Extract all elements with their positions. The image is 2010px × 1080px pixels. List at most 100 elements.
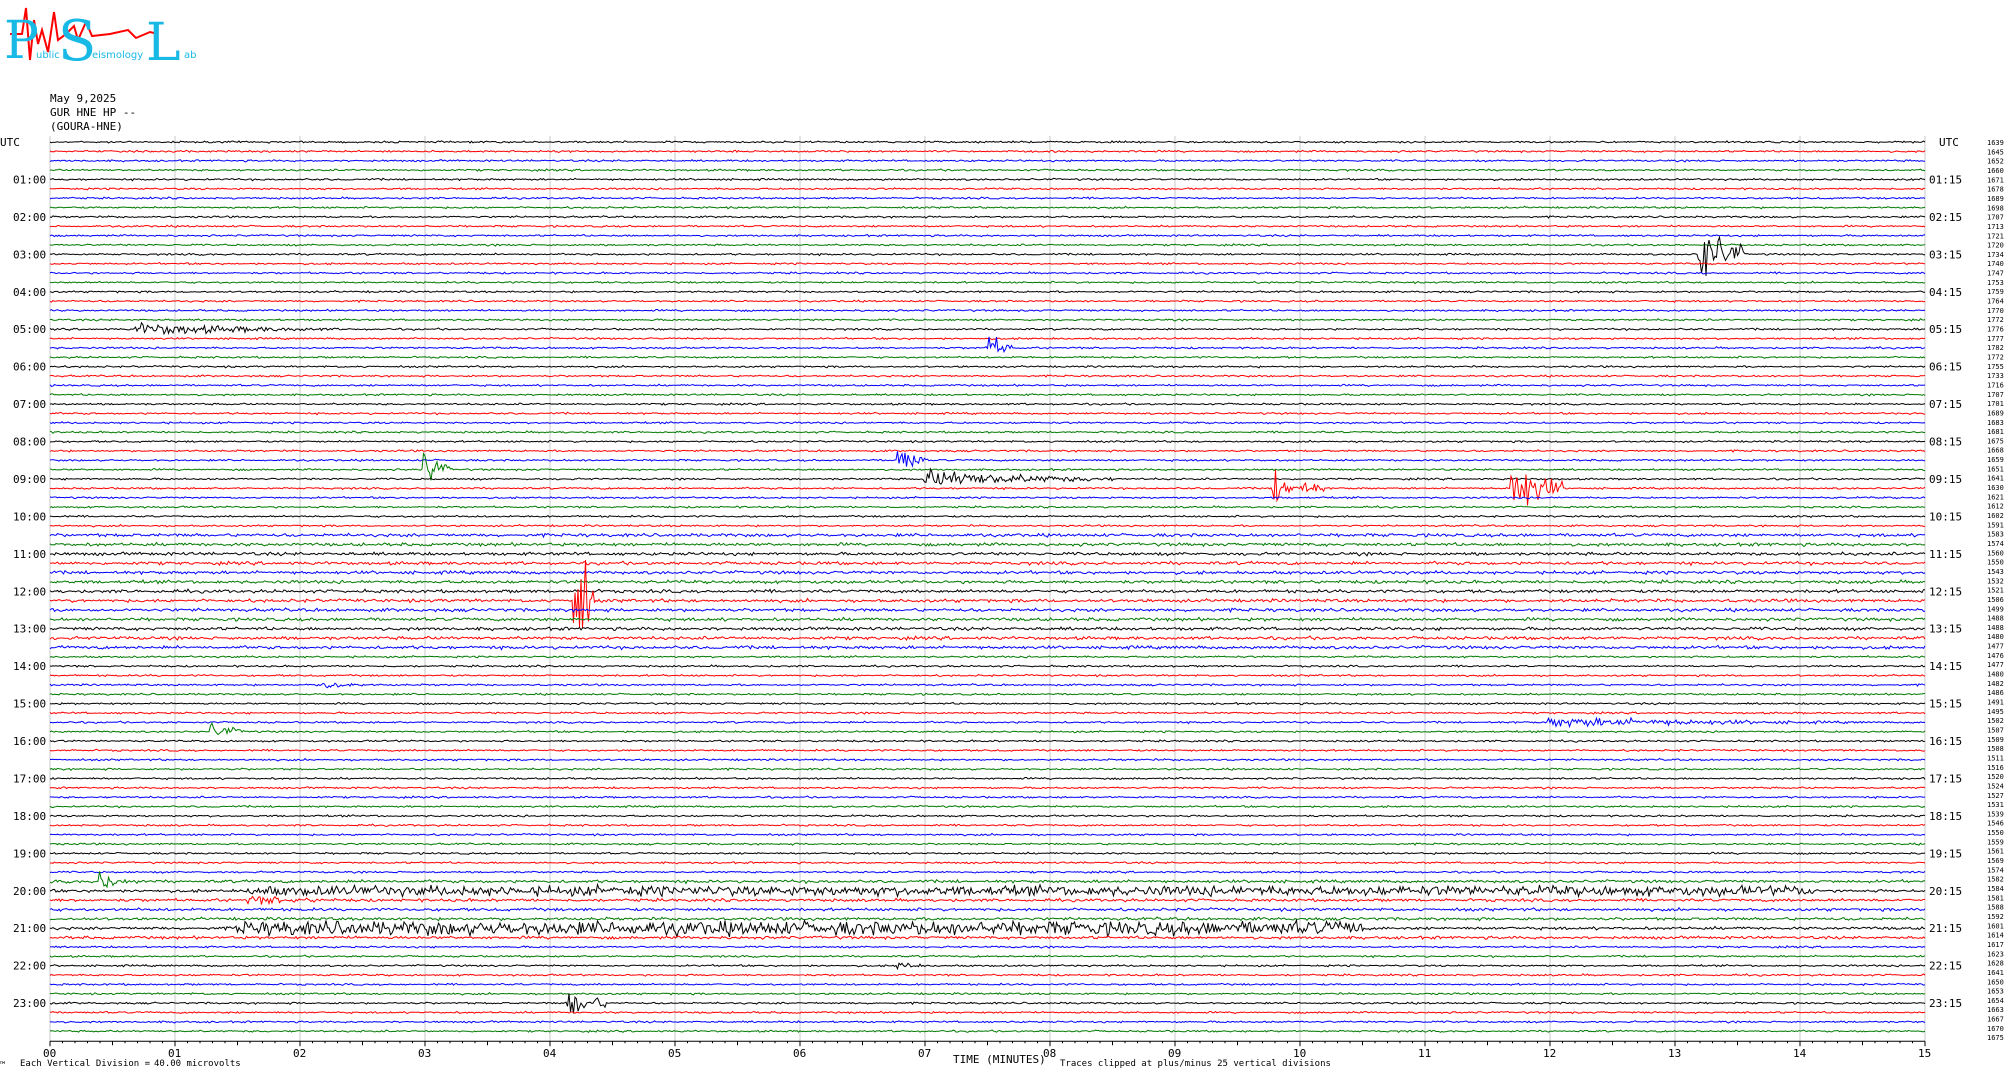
trace-value-label: 1650 (1987, 978, 2004, 986)
trace-line (49, 541, 1926, 548)
trace-value-label: 1678 (1987, 186, 2004, 194)
trace-line (49, 299, 1926, 304)
trace-value-label: 1652 (1987, 158, 2004, 166)
trace-value-label: 1550 (1987, 559, 2004, 567)
trace-value-label: 1509 (1987, 736, 2004, 744)
trace-line (49, 616, 1926, 623)
left-hour-label: 22:00 (13, 960, 46, 973)
trace-value-label: 1477 (1987, 661, 2004, 669)
left-hour-label: 12:00 (13, 585, 46, 598)
right-hour-label: 14:15 (1929, 660, 1962, 673)
trace-line (49, 842, 1926, 846)
trace-line (49, 430, 1925, 435)
trace-value-label: 1740 (1987, 260, 2004, 268)
left-hour-label: 03:00 (13, 248, 46, 261)
trace-line (49, 402, 1926, 406)
trace-value-label: 1560 (1987, 549, 2004, 557)
trace-line (49, 654, 1926, 659)
trace-line (49, 149, 1926, 154)
trace-line (49, 786, 1926, 790)
trace-value-label: 1755 (1987, 363, 2004, 371)
right-hour-label: 06:15 (1929, 361, 1962, 374)
trace-value-label: 1641 (1987, 475, 2004, 483)
trace-value-label: 1521 (1987, 587, 2004, 595)
trace-value-label: 1660 (1987, 167, 2004, 175)
trace-value-label: 1477 (1987, 643, 2004, 651)
x-tick-label: 05 (668, 1047, 681, 1060)
right-hour-label: 11:15 (1929, 548, 1962, 561)
trace-value-label: 1759 (1987, 288, 2004, 296)
trace-line (49, 177, 1926, 182)
trace-value-label: 1508 (1987, 745, 2004, 753)
trace-line (49, 495, 1926, 500)
right-hour-label: 01:15 (1929, 173, 1962, 186)
trace-line (49, 692, 1926, 697)
left-hour-label: 18:00 (13, 810, 46, 823)
x-tick-label: 12 (1543, 1047, 1556, 1060)
trace-line (49, 318, 1926, 322)
right-hour-label: 05:15 (1929, 323, 1962, 336)
trace-line (49, 449, 1926, 453)
trace-line (49, 355, 1926, 359)
trace-value-label: 1777 (1987, 335, 2004, 343)
trace-value-label: 1716 (1987, 381, 2004, 389)
trace-value-label: 1550 (1987, 829, 2004, 837)
trace-value-label: 1488 (1987, 615, 2004, 623)
trace-line (49, 673, 1926, 678)
trace-value-label: 1588 (1987, 904, 2004, 912)
trace-value-label: 1502 (1987, 717, 2004, 725)
trace-line (49, 551, 1926, 557)
scale-value: 40.00 microvolts (154, 1059, 241, 1069)
right-hour-label: 22:15 (1929, 960, 1962, 973)
left-hour-label: 07:00 (13, 398, 46, 411)
trace-value-label: 1482 (1987, 680, 2004, 688)
trace-value-label: 1630 (1987, 484, 2004, 492)
trace-line (49, 289, 1925, 294)
trace-line (49, 140, 1926, 144)
trace-value-label: 1770 (1987, 307, 2004, 315)
trace-value-label: 1617 (1987, 941, 2004, 949)
trace-value-label: 1527 (1987, 792, 2004, 800)
trace-line (49, 664, 1926, 669)
trace-value-label: 1583 (1987, 531, 2004, 539)
trace-value-label: 1654 (1987, 997, 2004, 1005)
trace-value-label: 1689 (1987, 195, 2004, 203)
trace-value-label: 1516 (1987, 764, 2004, 772)
trace-line (49, 906, 1926, 913)
trace-line (49, 795, 1926, 800)
trace-line (49, 393, 1926, 397)
trace-value-label: 1641 (1987, 969, 2004, 977)
right-hour-label: 12:15 (1929, 585, 1962, 598)
trace-line (49, 973, 1926, 977)
trace-value-label: 1480 (1987, 671, 2004, 679)
right-hour-label: 13:15 (1929, 623, 1962, 636)
x-tick-label: 02 (293, 1047, 306, 1060)
left-hour-label: 05:00 (13, 323, 46, 336)
trace-line (49, 505, 1926, 509)
trace-line (49, 196, 1926, 200)
trace-line (49, 364, 1926, 369)
trace-line (49, 918, 1926, 939)
trace-value-label: 1701 (1987, 400, 2004, 408)
x-tick-label: 13 (1668, 1047, 1681, 1060)
right-hour-label: 08:15 (1929, 436, 1962, 449)
left-hour-label: 21:00 (13, 922, 46, 935)
left-hour-label: 15:00 (13, 698, 46, 711)
trace-line (49, 982, 1926, 987)
trace-line (49, 588, 1925, 594)
x-tick-label: 06 (793, 1047, 806, 1060)
trace-line (49, 871, 1926, 889)
trace-value-label: 1524 (1987, 782, 2004, 790)
trace-value-label: 1506 (1987, 596, 2004, 604)
trace-value-label: 1511 (1987, 754, 2004, 762)
trace-value-label: 1734 (1987, 251, 2004, 259)
trace-value-label: 1584 (1987, 885, 2004, 893)
trace-line (49, 321, 1926, 336)
trace-line (49, 467, 1926, 485)
trace-line (49, 767, 1926, 772)
left-hour-label: 08:00 (13, 436, 46, 449)
trace-value-label: 1574 (1987, 866, 2004, 874)
utc-label-left: UTC (0, 136, 20, 149)
right-hour-label: 10:15 (1929, 510, 1962, 523)
trace-value-label: 1645 (1987, 148, 2004, 156)
